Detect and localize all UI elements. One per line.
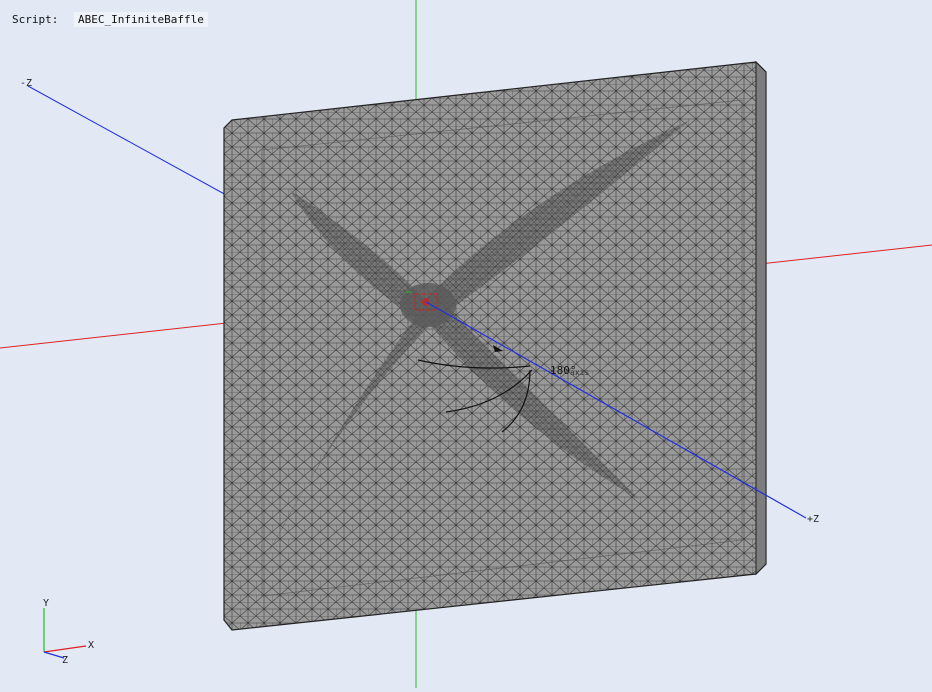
triad-x-label: X [88, 640, 94, 651]
baffle-mesh[interactable] [223, 60, 767, 631]
orientation-triad: Y X Z [43, 598, 94, 666]
pos-z-label: +Z [807, 514, 819, 525]
3d-viewport[interactable]: -Z +Z 180° axis Y X Z Script: ABEC_Infin… [0, 0, 932, 688]
angle-suffix: axis [570, 368, 589, 377]
scene-canvas: -Z +Z 180° axis Y X Z [0, 0, 932, 688]
neg-z-label: -Z [20, 78, 32, 89]
triad-y-label: Y [43, 598, 49, 609]
neg-z-axis-line [27, 85, 229, 197]
script-name: ABEC_InfiniteBaffle [74, 12, 208, 27]
script-info: Script: ABEC_InfiniteBaffle [12, 12, 208, 27]
script-label: Script: [12, 13, 59, 26]
triad-z-label: Z [62, 655, 68, 666]
